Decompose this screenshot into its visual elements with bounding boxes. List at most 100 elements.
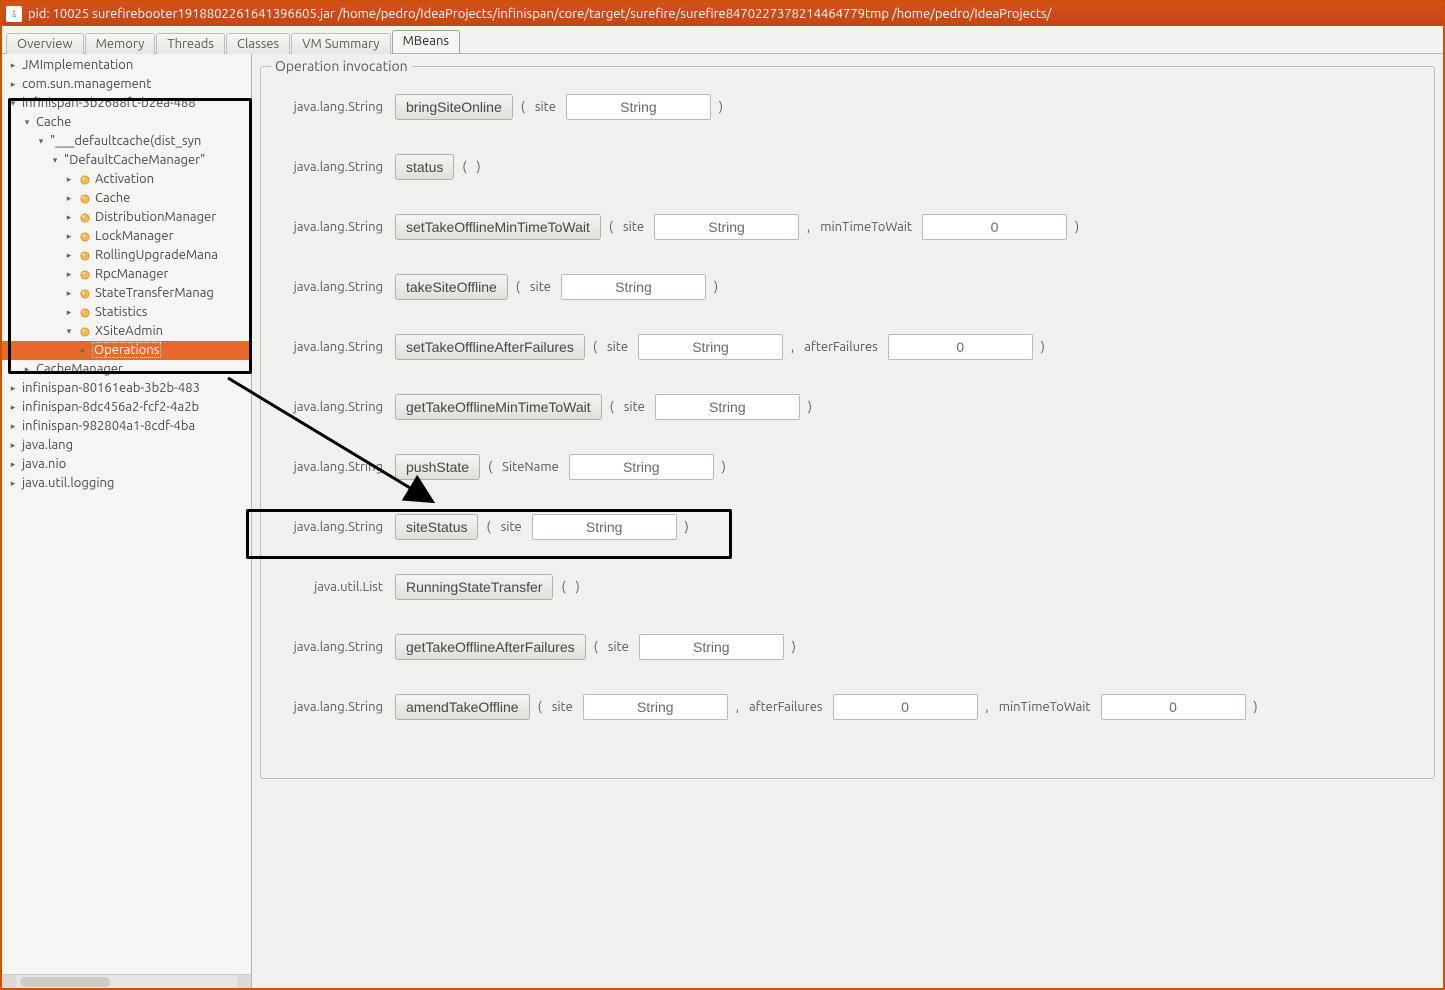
tree-node[interactable]: ▾Cache bbox=[2, 113, 251, 132]
expand-icon[interactable]: ▸ bbox=[8, 379, 18, 398]
param-input[interactable] bbox=[583, 694, 728, 720]
operation-invoke-button[interactable]: getTakeOfflineAfterFailures bbox=[395, 634, 586, 660]
param-name: afterFailures bbox=[804, 340, 878, 354]
expand-icon[interactable]: ▸ bbox=[8, 75, 18, 94]
operation-invoke-button[interactable]: amendTakeOffline bbox=[395, 694, 530, 720]
tab-classes[interactable]: Classes bbox=[226, 33, 290, 54]
java-icon bbox=[6, 6, 22, 22]
tab-threads[interactable]: Threads bbox=[156, 33, 225, 54]
operation-row: java.lang.StringsetTakeOfflineAfterFailu… bbox=[271, 334, 1424, 360]
expand-icon[interactable]: ▸ bbox=[22, 360, 32, 379]
paren-close: ) bbox=[717, 100, 725, 114]
param-input[interactable] bbox=[638, 334, 783, 360]
param-input[interactable] bbox=[569, 454, 714, 480]
tree-node[interactable]: ▸JMImplementation bbox=[2, 56, 251, 75]
collapse-icon[interactable]: ▾ bbox=[50, 151, 60, 170]
operation-invoke-button[interactable]: siteStatus bbox=[395, 514, 478, 540]
tree-node[interactable]: ▸Activation bbox=[2, 170, 251, 189]
collapse-icon[interactable]: ▾ bbox=[64, 322, 74, 341]
operation-invoke-button[interactable]: setTakeOfflineMinTimeToWait bbox=[395, 214, 601, 240]
expand-icon[interactable]: ▸ bbox=[64, 303, 74, 322]
tree-node[interactable]: ▸RpcManager bbox=[2, 265, 251, 284]
tree-node[interactable]: ▸LockManager bbox=[2, 227, 251, 246]
operation-invoke-button[interactable]: bringSiteOnline bbox=[395, 94, 513, 120]
operation-invoke-button[interactable]: status bbox=[395, 154, 454, 180]
tree-node[interactable]: ▸StateTransferManag bbox=[2, 284, 251, 303]
collapse-icon[interactable]: ▾ bbox=[8, 94, 18, 113]
paren-open: ( bbox=[607, 220, 615, 234]
expand-icon[interactable]: ▸ bbox=[64, 227, 74, 246]
tab-memory[interactable]: Memory bbox=[85, 33, 156, 54]
paren-open: ( bbox=[592, 640, 600, 654]
tab-overview[interactable]: Overview bbox=[6, 33, 84, 54]
param-input[interactable] bbox=[561, 274, 706, 300]
tree-node[interactable]: ▸Operations bbox=[2, 341, 251, 360]
tree-node[interactable]: ▾"DefaultCacheManager" bbox=[2, 151, 251, 170]
param-input[interactable] bbox=[566, 94, 711, 120]
mbean-tree[interactable]: ▸JMImplementation▸com.sun.management▾inf… bbox=[2, 54, 251, 974]
expand-icon[interactable]: ▸ bbox=[8, 56, 18, 75]
param-input[interactable] bbox=[1101, 694, 1246, 720]
param-name: site bbox=[608, 640, 629, 654]
expand-icon[interactable]: ▸ bbox=[8, 436, 18, 455]
tree-node[interactable]: ▸CacheManager bbox=[2, 360, 251, 379]
expand-icon[interactable]: ▸ bbox=[64, 246, 74, 265]
operation-invoke-button[interactable]: getTakeOfflineMinTimeToWait bbox=[395, 394, 602, 420]
tree-node[interactable]: ▾infinispan-3b2688fc-b2ea-488 bbox=[2, 94, 251, 113]
expand-icon[interactable]: ▸ bbox=[8, 398, 18, 417]
expand-icon[interactable]: ▸ bbox=[64, 170, 74, 189]
tree-node[interactable]: ▸DistributionManager bbox=[2, 208, 251, 227]
operation-return-type: java.lang.String bbox=[271, 640, 389, 654]
operation-invoke-button[interactable]: takeSiteOffline bbox=[395, 274, 508, 300]
param-input[interactable] bbox=[922, 214, 1067, 240]
expand-icon[interactable]: ▸ bbox=[8, 474, 18, 493]
tree-node[interactable]: ▸com.sun.management bbox=[2, 75, 251, 94]
expand-icon[interactable]: ▸ bbox=[64, 284, 74, 303]
param-input[interactable] bbox=[833, 694, 978, 720]
expand-icon[interactable]: ▸ bbox=[8, 455, 18, 474]
tree-node[interactable]: ▸java.util.logging bbox=[2, 474, 251, 493]
expand-icon[interactable]: ▸ bbox=[64, 208, 74, 227]
param-input[interactable] bbox=[655, 394, 800, 420]
operation-invoke-button[interactable]: setTakeOfflineAfterFailures bbox=[395, 334, 585, 360]
collapse-icon[interactable]: ▾ bbox=[22, 113, 32, 132]
expand-icon[interactable]: ▸ bbox=[8, 417, 18, 436]
param-name: site bbox=[607, 340, 628, 354]
operation-return-type: java.util.List bbox=[271, 580, 389, 594]
operation-invoke-button[interactable]: RunningStateTransfer bbox=[395, 574, 553, 600]
tree-node[interactable]: ▸infinispan-8dc456a2-fcf2-4a2b bbox=[2, 398, 251, 417]
paren-open: ( bbox=[486, 460, 494, 474]
tree-node-label: infinispan-8dc456a2-fcf2-4a2b bbox=[22, 398, 199, 417]
tree-node[interactable]: ▸RollingUpgradeMana bbox=[2, 246, 251, 265]
tree-node[interactable]: ▸infinispan-982804a1-8cdf-4ba bbox=[2, 417, 251, 436]
operation-invoke-button[interactable]: pushState bbox=[395, 454, 480, 480]
tree-node[interactable]: ▸infinispan-80161eab-3b2b-483 bbox=[2, 379, 251, 398]
expand-icon[interactable]: ▸ bbox=[64, 189, 74, 208]
param-input[interactable] bbox=[888, 334, 1033, 360]
tree-node-label: JMImplementation bbox=[22, 56, 133, 75]
scrollbar-thumb[interactable] bbox=[20, 977, 110, 987]
operation-return-type: java.lang.String bbox=[271, 100, 389, 114]
tab-mbeans[interactable]: MBeans bbox=[392, 30, 460, 53]
tree-horizontal-scrollbar[interactable] bbox=[2, 974, 251, 988]
mbean-icon bbox=[78, 325, 92, 339]
param-input[interactable] bbox=[654, 214, 799, 240]
expand-icon[interactable]: ▸ bbox=[64, 265, 74, 284]
param-input[interactable] bbox=[532, 514, 677, 540]
tree-node[interactable]: ▸java.lang bbox=[2, 436, 251, 455]
param-input[interactable] bbox=[639, 634, 784, 660]
mbean-icon bbox=[78, 249, 92, 263]
param-separator: , bbox=[734, 700, 741, 714]
operation-row: java.lang.Stringstatus() bbox=[271, 154, 1424, 180]
tree-node[interactable]: ▸java.nio bbox=[2, 455, 251, 474]
operation-row: java.lang.StringgetTakeOfflineMinTimeToW… bbox=[271, 394, 1424, 420]
tree-node[interactable]: ▸Statistics bbox=[2, 303, 251, 322]
expand-icon[interactable]: ▸ bbox=[78, 341, 88, 360]
tab-vm-summary[interactable]: VM Summary bbox=[291, 33, 390, 54]
tree-node[interactable]: ▸Cache bbox=[2, 189, 251, 208]
paren-close: ) bbox=[720, 460, 728, 474]
tree-node[interactable]: ▾"___defaultcache(dist_syn bbox=[2, 132, 251, 151]
tree-node-label: infinispan-3b2688fc-b2ea-488 bbox=[22, 94, 196, 113]
tree-node[interactable]: ▾XSiteAdmin bbox=[2, 322, 251, 341]
collapse-icon[interactable]: ▾ bbox=[36, 132, 46, 151]
